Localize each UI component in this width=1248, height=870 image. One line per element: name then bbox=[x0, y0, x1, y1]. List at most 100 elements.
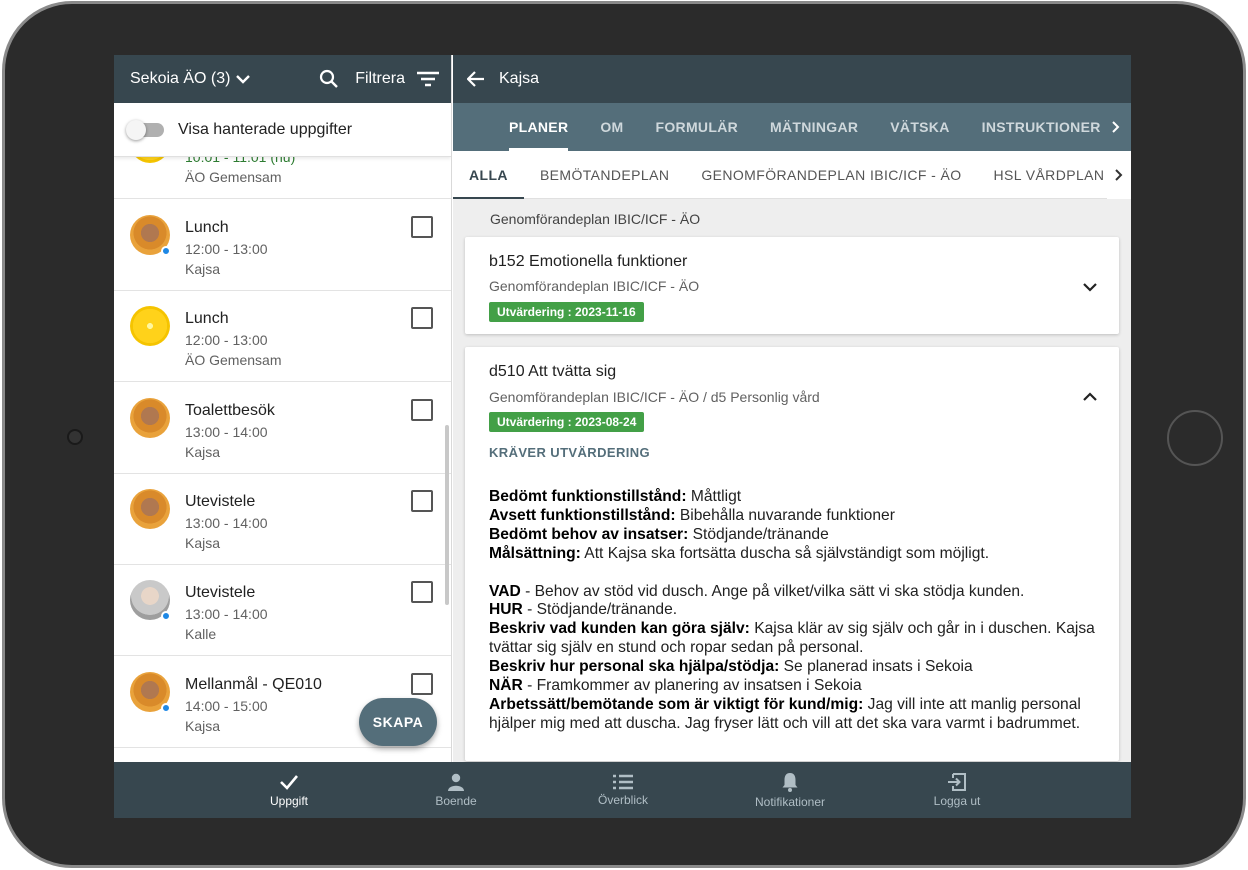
plan-description: Bedömt funktionstillstånd: Måttligt Avse… bbox=[489, 488, 1104, 734]
task-checkbox[interactable] bbox=[411, 490, 433, 512]
plan-panel-header: Kajsa bbox=[453, 55, 1131, 103]
tab-om[interactable]: OM bbox=[584, 103, 639, 151]
avatar bbox=[130, 672, 171, 713]
expand-button[interactable] bbox=[1083, 279, 1097, 297]
field-row: Arbetssätt/bemötande som är viktigt för … bbox=[489, 695, 1081, 732]
tab-vatska[interactable]: VÄTSKA bbox=[874, 103, 965, 151]
chevron-up-icon bbox=[1083, 392, 1097, 401]
task-panel: Sekoia ÄO (3) Filtrera Visa hanterade up… bbox=[114, 55, 452, 762]
plan-type-tabs: ALLA BEMÖTANDEPLAN GENOMFÖRANDEPLAN IBIC… bbox=[453, 151, 1131, 199]
task-panel-header: Sekoia ÄO (3) Filtrera bbox=[114, 55, 451, 103]
back-button[interactable] bbox=[467, 71, 485, 87]
tab-matningar[interactable]: MÄTNINGAR bbox=[754, 103, 874, 151]
list-icon bbox=[613, 774, 633, 789]
nav-label: Logga ut bbox=[933, 793, 981, 808]
patient-name: Kajsa bbox=[499, 70, 540, 87]
search-icon bbox=[320, 69, 339, 88]
task-checkbox[interactable] bbox=[411, 216, 433, 238]
list-item[interactable]: 10:01 - 11:01 (nu) ÄO Gemensam bbox=[114, 157, 451, 199]
task-checkbox[interactable] bbox=[411, 399, 433, 421]
task-time: 13:00 - 14:00 bbox=[185, 515, 268, 531]
task-title: Lunch bbox=[185, 219, 229, 236]
nav-logga-ut[interactable]: Logga ut bbox=[907, 762, 1007, 818]
list-item[interactable]: Toalettbesök 13:00 - 14:00 Kajsa bbox=[114, 383, 451, 474]
plan-card[interactable]: b152 Emotionella funktioner Genomförande… bbox=[465, 237, 1119, 334]
nav-label: Överblick bbox=[597, 792, 648, 807]
tabs-scroll-right-button[interactable] bbox=[1111, 117, 1121, 142]
tab-formular[interactable]: FORMULÄR bbox=[640, 103, 755, 151]
list-item[interactable]: Lunch 12:00 - 13:00 Kajsa bbox=[114, 200, 451, 291]
task-checkbox[interactable] bbox=[411, 581, 433, 603]
field-row: Avsett funktionstillstånd: Bibehålla nuv… bbox=[489, 506, 895, 524]
task-title: Lunch bbox=[185, 310, 229, 327]
task-assignee: Kajsa bbox=[185, 718, 221, 734]
app-screen: Sekoia ÄO (3) Filtrera Visa hanterade up… bbox=[114, 55, 1131, 818]
plan-card-subtitle: Genomförandeplan IBIC/ICF - ÄO / d5 Pers… bbox=[489, 389, 820, 405]
bottom-nav: Uppgift Boende Överblick Notifikationer … bbox=[114, 762, 1131, 818]
bell-icon bbox=[782, 772, 798, 792]
task-list-scrollbar[interactable] bbox=[445, 425, 449, 605]
task-assignee: Kalle bbox=[185, 626, 217, 642]
tab-instruktioner[interactable]: INSTRUKTIONER bbox=[966, 103, 1117, 151]
task-time: 10:01 - 11:01 (nu) bbox=[185, 157, 296, 165]
home-button bbox=[1167, 410, 1223, 466]
task-time: 12:00 - 13:00 bbox=[185, 241, 268, 257]
nav-uppgift[interactable]: Uppgift bbox=[239, 762, 339, 818]
show-handled-toggle[interactable] bbox=[126, 119, 164, 140]
subtab-alla[interactable]: ALLA bbox=[453, 151, 524, 199]
nav-label: Notifikationer bbox=[754, 794, 826, 809]
subtab-genomforandeplan[interactable]: GENOMFÖRANDEPLAN IBIC/ICF - ÄO bbox=[685, 151, 977, 199]
field-row: HUR - Stödjande/tränande. bbox=[489, 601, 678, 619]
sun-icon bbox=[130, 157, 170, 163]
field-row: Bedömt funktionstillstånd: Måttligt bbox=[489, 488, 742, 505]
nav-boende[interactable]: Boende bbox=[406, 762, 506, 818]
field-row: Beskriv hur personal ska hjälpa/stödja: … bbox=[489, 658, 973, 676]
plan-card-title: b152 Emotionella funktioner bbox=[489, 253, 688, 270]
avatar bbox=[130, 398, 170, 438]
task-list: 10:01 - 11:01 (nu) ÄO Gemensam Lunch 12:… bbox=[114, 157, 451, 762]
field-row: Bedömt behov av insatser: Stödjande/trän… bbox=[489, 525, 829, 543]
nav-overblick[interactable]: Överblick bbox=[573, 762, 673, 818]
task-checkbox[interactable] bbox=[411, 307, 433, 329]
show-handled-row: Visa hanterade uppgifter bbox=[114, 103, 451, 157]
field-row: NÄR - Framkommer av planering av insatse… bbox=[489, 677, 862, 695]
main-tabs: PLANER OM FORMULÄR MÄTNINGAR VÄTSKA INST… bbox=[453, 103, 1131, 151]
field-row: Målsättning: Att Kajsa ska fortsätta dus… bbox=[489, 544, 990, 562]
nav-label: Boende bbox=[435, 793, 477, 808]
section-label: Genomförandeplan IBIC/ICF - ÄO bbox=[490, 211, 701, 227]
create-button[interactable]: SKAPA bbox=[359, 698, 437, 746]
list-item[interactable]: Utevistele 13:00 - 14:00 Kajsa bbox=[114, 474, 451, 565]
task-time: 13:00 - 14:00 bbox=[185, 606, 268, 622]
list-item[interactable]: Utevistele 13:00 - 14:00 Kalle bbox=[114, 565, 451, 656]
field-row: Beskriv vad kunden kan göra själv: Kajsa… bbox=[489, 620, 1095, 657]
plan-card[interactable]: d510 Att tvätta sig Genomförandeplan IBI… bbox=[465, 347, 1119, 761]
requires-evaluation-link[interactable]: KRÄVER UTVÄRDERING bbox=[489, 445, 650, 460]
subtabs-scroll-right-button[interactable] bbox=[1107, 151, 1131, 199]
task-assignee: Kajsa bbox=[185, 444, 221, 460]
task-title: Utevistele bbox=[185, 584, 256, 601]
list-item[interactable]: Lunch 12:00 - 13:00 ÄO Gemensam bbox=[114, 291, 451, 382]
task-time: 12:00 - 13:00 bbox=[185, 332, 268, 348]
task-checkbox[interactable] bbox=[411, 673, 433, 695]
search-button[interactable] bbox=[319, 69, 339, 89]
avatar bbox=[130, 489, 170, 529]
task-assignee: ÄO Gemensam bbox=[185, 169, 282, 185]
person-icon bbox=[448, 773, 464, 791]
task-time: 13:00 - 14:00 bbox=[185, 424, 268, 440]
unit-selector[interactable]: Sekoia ÄO (3) bbox=[130, 70, 251, 88]
nav-notifikationer[interactable]: Notifikationer bbox=[740, 762, 840, 818]
task-time: 14:00 - 15:00 bbox=[185, 698, 268, 714]
subtab-bemotandeplan[interactable]: BEMÖTANDEPLAN bbox=[524, 151, 685, 199]
avatar bbox=[130, 306, 170, 346]
tab-planer[interactable]: PLANER bbox=[493, 103, 584, 151]
field-row: VAD - Behov av stöd vid dusch. Ange på v… bbox=[489, 582, 1025, 600]
filter-button[interactable]: Filtrera bbox=[355, 70, 439, 88]
task-assignee: Kajsa bbox=[185, 261, 221, 277]
task-title: Mellanmål - QE010 bbox=[185, 676, 322, 693]
collapse-button[interactable] bbox=[1083, 389, 1097, 407]
unit-selector-label: Sekoia ÄO (3) bbox=[130, 70, 231, 87]
sun-icon bbox=[130, 306, 170, 346]
check-icon bbox=[280, 774, 298, 790]
nav-label: Uppgift bbox=[269, 793, 309, 808]
plan-card-title: d510 Att tvätta sig bbox=[489, 363, 617, 380]
